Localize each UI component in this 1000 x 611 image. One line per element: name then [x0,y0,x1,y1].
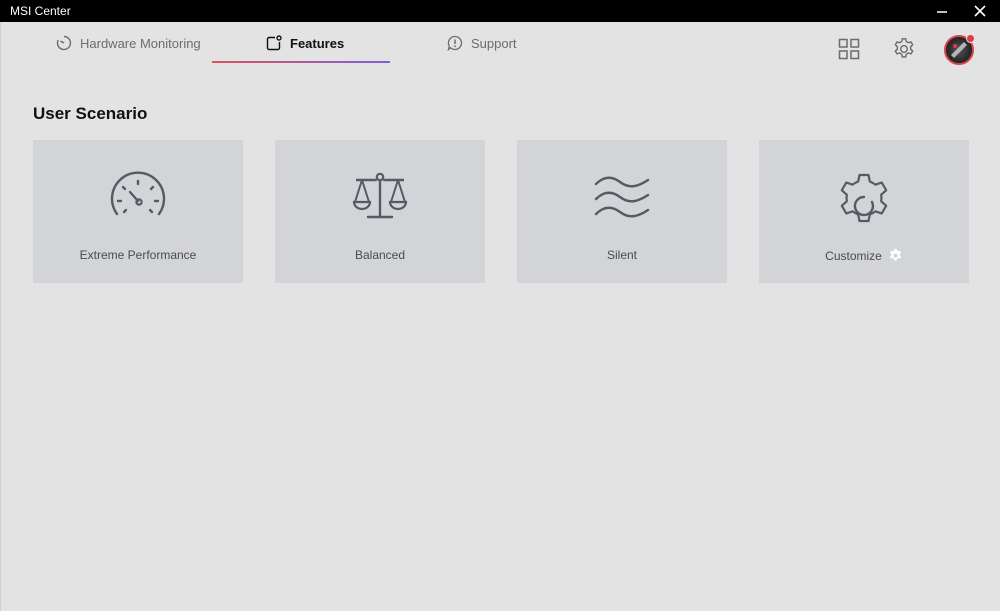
speedometer-icon [110,171,166,216]
support-icon [447,35,463,51]
tab-features[interactable]: Features [266,22,344,64]
main-window: Hardware Monitoring Features Support Use… [0,22,1000,611]
scenario-label: Silent [517,248,727,262]
gauge-icon [56,35,72,51]
close-icon [974,5,986,17]
avatar[interactable] [944,34,975,65]
minimize-icon [937,11,947,13]
tab-label: Support [471,35,517,51]
scenario-label: Customize [759,248,969,263]
title-bar: MSI Center [0,0,1000,22]
balance-scale-icon [352,172,408,219]
tab-label: Hardware Monitoring [80,35,201,51]
active-tab-indicator [212,61,390,63]
scenario-label: Balanced [275,248,485,262]
scenario-label-text: Customize [825,248,882,263]
features-icon [266,35,282,51]
notification-badge [966,34,975,43]
minimize-button[interactable] [922,0,962,22]
tab-support[interactable]: Support [447,22,517,64]
app-title: MSI Center [10,4,71,18]
scenario-label-text: Extreme Performance [79,248,197,262]
waves-icon [594,176,650,218]
scenario-card-balanced[interactable]: Balanced [275,140,485,283]
scenario-card-silent[interactable]: Silent [517,140,727,283]
scenario-label: Extreme Performance [33,248,243,262]
tab-label: Features [290,35,345,51]
scenario-card-customize[interactable]: Customize [759,140,969,283]
scenario-label-text: Silent [606,248,638,262]
settings-gear-icon [894,38,914,58]
settings-button[interactable] [891,36,917,62]
apps-button[interactable] [836,36,862,62]
scenario-label-text: Balanced [354,248,406,262]
customize-settings-icon[interactable] [888,248,903,263]
scenario-card-extreme-performance[interactable]: Extreme Performance [33,140,243,283]
gear-icon [840,173,888,223]
tab-hardware-monitoring[interactable]: Hardware Monitoring [56,22,201,64]
apps-grid-icon [838,38,860,60]
close-button[interactable] [960,0,1000,22]
page-title: User Scenario [33,104,148,123]
